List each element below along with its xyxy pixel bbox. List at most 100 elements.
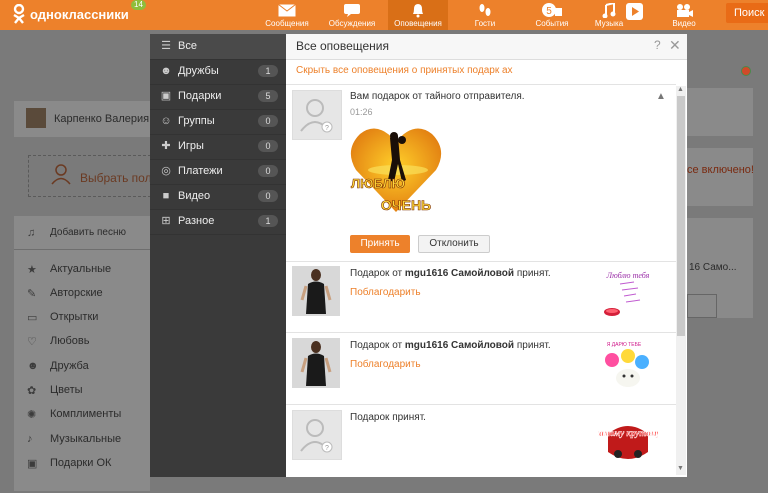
bg-category-item[interactable]: Открытки — [50, 311, 98, 323]
bg-right-card-2 — [687, 148, 753, 206]
nav-music-label: Музыка — [594, 19, 624, 28]
divider — [286, 332, 676, 333]
envelope-icon — [257, 0, 317, 19]
gift-icon: ▣ — [27, 458, 38, 470]
footprints-icon — [455, 0, 515, 19]
decline-button[interactable]: Отклонить — [418, 235, 490, 253]
svg-text:самому крутому: самому крутому — [598, 428, 658, 438]
menu-item-groups[interactable]: ☺ Группы 0 — [150, 109, 286, 135]
menu-item-label: Подарки — [178, 90, 222, 102]
svg-text:5: 5 — [546, 6, 552, 17]
menu-item-video[interactable]: ■ Видео 0 — [150, 184, 286, 210]
bg-categories-card — [14, 216, 150, 491]
menu-item-games[interactable]: ✚ Игры 0 — [150, 134, 286, 160]
thank-link[interactable]: Поблагодарить — [350, 287, 421, 298]
logo-text: одноклассники — [30, 6, 129, 22]
close-icon[interactable]: ✕ — [669, 37, 681, 54]
user-placeholder-icon: ? — [300, 99, 333, 133]
ok-logo-icon — [13, 4, 25, 24]
menu-item-label: Разное — [178, 215, 215, 227]
bg-category-item[interactable]: Цветы — [50, 384, 83, 396]
search-button[interactable]: Поиск — [726, 3, 768, 23]
user-placeholder-icon: ? — [300, 419, 333, 453]
help-icon[interactable]: ? — [654, 38, 661, 52]
card-icon: ▭ — [27, 312, 38, 324]
events-icon: 5 — [522, 0, 582, 19]
coin-icon: ◎ — [161, 165, 171, 177]
menu-count-badge: 0 — [258, 190, 278, 202]
heart-icon: ♡ — [27, 336, 37, 348]
nav-video[interactable]: Видео — [654, 0, 714, 30]
menu-item-label: Платежи — [178, 165, 223, 177]
compliment-icon: ✺ — [27, 409, 37, 421]
nav-video-label: Видео — [672, 19, 696, 28]
scroll-thumb[interactable] — [677, 96, 685, 336]
flower-icon: ✿ — [27, 385, 37, 397]
grid-icon: ⊞ — [161, 215, 171, 227]
notifications-panel: Все оповещения ? ✕ Скрыть все оповещения… — [286, 34, 687, 477]
notification-text: Подарок принят. — [350, 412, 426, 423]
bg-friend-snippet: 16 Само... — [689, 262, 737, 273]
svg-text:ЛЮБЛЮ: ЛЮБЛЮ — [351, 176, 405, 191]
friends-icon: ☻ — [27, 360, 39, 372]
svg-text:?: ? — [325, 445, 329, 452]
bg-category-item[interactable]: Актуальные — [50, 263, 111, 275]
user-icon — [50, 163, 72, 188]
bg-enabled-text: се включено! — [687, 164, 754, 176]
bg-category-item[interactable]: Любовь — [50, 335, 89, 347]
gift-card-balloons[interactable]: Я ДАРЮ ТЕБЕ — [598, 338, 658, 394]
bg-right-box — [687, 294, 717, 318]
nav-events[interactable]: 5 События — [522, 0, 582, 30]
thank-link[interactable]: Поблагодарить — [350, 359, 421, 370]
menu-item-label: Игры — [178, 140, 204, 152]
sender-avatar[interactable] — [292, 266, 340, 316]
menu-count-badge: 0 — [258, 115, 278, 127]
scroll-up-icon[interactable]: ▲ — [677, 86, 684, 93]
menu-item-gifts[interactable]: ▣ Подарки 5 — [150, 84, 286, 110]
bg-category-item[interactable]: Подарки ОК — [50, 457, 111, 469]
notification-text: Вам подарок от тайного отправителя. — [350, 91, 525, 102]
gift-card-car[interactable]: самому крутому — [598, 412, 658, 468]
hide-accepted-link[interactable]: Скрыть все оповещения о принятых подарк … — [296, 65, 513, 76]
bg-category-item[interactable]: Комплименты — [50, 408, 121, 420]
menu-item-friendships[interactable]: ☻ Дружбы 1 — [150, 59, 286, 85]
menu-item-misc[interactable]: ⊞ Разное 1 — [150, 209, 286, 235]
nav-discussions[interactable]: Обсуждения — [322, 0, 382, 30]
bg-category-item[interactable]: Дружба — [50, 360, 89, 372]
play-icon[interactable] — [626, 3, 643, 20]
scroll-down-icon[interactable]: ▼ — [677, 465, 684, 472]
chat-icon — [322, 0, 382, 19]
bg-add-song[interactable]: Добавить песню — [50, 227, 126, 238]
gift-icon: ▣ — [160, 90, 172, 102]
warning-icon[interactable]: ▲ — [656, 91, 666, 102]
music-note-icon: ♫ — [27, 227, 36, 239]
divider — [286, 404, 676, 405]
logo[interactable]: одноклассники — [12, 4, 129, 24]
groups-icon: ☺ — [160, 115, 172, 127]
gift-card-love-text[interactable]: Люблю тебя — [598, 266, 658, 322]
gift-love-heart[interactable]: ЛЮБЛЮ ОЧЕНЬ — [348, 120, 444, 220]
menu-item-payments[interactable]: ◎ Платежи 0 — [150, 159, 286, 185]
nav-events-label: События — [535, 19, 569, 28]
nav-messages[interactable]: Сообщения — [257, 0, 317, 30]
sender-link[interactable]: mgu1616 Самойловой — [405, 340, 514, 351]
sender-link[interactable]: mgu1616 Самойловой — [405, 268, 514, 279]
accept-button[interactable]: Принять — [350, 235, 410, 253]
menu-item-label: Группы — [178, 115, 215, 127]
bg-category-item[interactable]: Авторские — [50, 287, 103, 299]
bg-category-item[interactable]: Музыкальные — [50, 433, 121, 445]
panel-header: Все оповещения ? ✕ — [286, 34, 687, 60]
scrollbar[interactable]: ▲ ▼ — [676, 86, 686, 475]
sender-avatar[interactable] — [292, 338, 340, 388]
nav-notifications[interactable]: Оповещения — [388, 0, 448, 30]
menu-item-all[interactable]: ☰ Все — [150, 34, 286, 60]
video-icon — [654, 0, 714, 19]
svg-text:Люблю тебя: Люблю тебя — [606, 271, 650, 280]
nav-guests[interactable]: Гости — [455, 0, 515, 30]
notification-text: Подарок от mgu1616 Самойловой принят. — [350, 268, 551, 279]
nav-notifications-label: Оповещения — [394, 19, 442, 28]
divider — [286, 261, 676, 262]
bg-status-dot — [741, 66, 751, 76]
friends-icon: ☻ — [160, 65, 172, 77]
anonymous-avatar: ? — [292, 90, 342, 140]
